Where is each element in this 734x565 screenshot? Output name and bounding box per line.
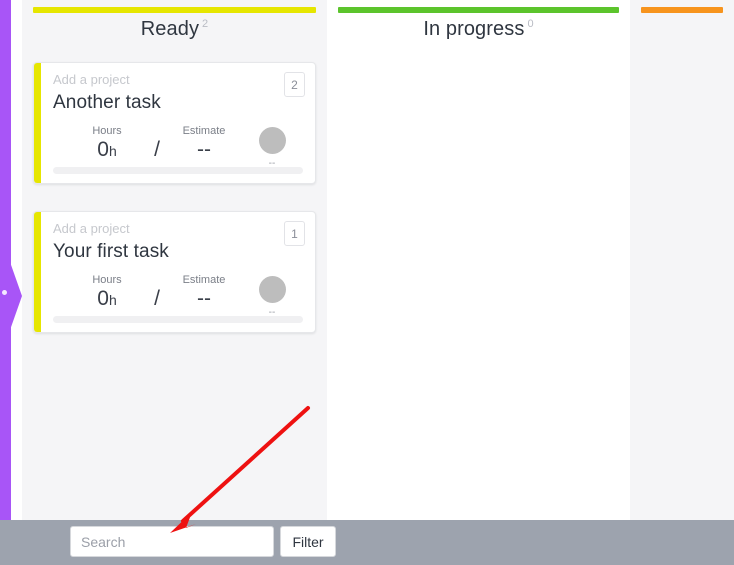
column-title-in-progress: In progress <box>423 18 525 40</box>
column-count-in-progress: 0 <box>527 18 534 31</box>
card-color-stripe <box>34 212 41 332</box>
card-progress-bar <box>53 167 303 174</box>
board-column-in-progress: In progress 0 <box>327 0 630 520</box>
rail-expand-arrow-icon[interactable] <box>10 262 22 330</box>
card-metrics: Hours 0h / Estimate -- -- <box>53 125 303 171</box>
board-column-ready: Ready 2 Add a project Another task 2 Hour… <box>22 0 327 520</box>
card-progress-bar <box>53 316 303 323</box>
metric-hours: Hours 0h <box>77 125 137 163</box>
metric-estimate: Estimate -- <box>169 125 239 162</box>
kanban-board: Ready 2 Add a project Another task 2 Hour… <box>22 0 734 520</box>
metric-separator: / <box>154 287 160 310</box>
column-color-bar-in-progress <box>338 7 619 13</box>
task-card[interactable]: Add a project Another task 2 Hours 0h / … <box>33 62 316 184</box>
avatar[interactable] <box>258 276 286 303</box>
column-header-in-progress: In progress 0 <box>327 18 630 41</box>
board-column-next <box>630 0 734 520</box>
card-project-link[interactable]: Add a project <box>53 71 303 88</box>
card-list-ready: Add a project Another task 2 Hours 0h / … <box>33 62 316 360</box>
search-input[interactable] <box>70 526 274 557</box>
metric-hours: Hours 0h <box>77 274 137 312</box>
metric-estimate: Estimate -- <box>169 274 239 311</box>
metric-separator: / <box>154 138 160 161</box>
avatar[interactable] <box>258 127 286 154</box>
metric-hours-unit: h <box>108 143 117 159</box>
metric-estimate-label: Estimate <box>182 274 226 286</box>
card-body: Add a project Another task <box>34 63 315 115</box>
metric-estimate-value: -- <box>197 287 211 310</box>
column-color-bar-next <box>641 7 723 13</box>
column-count-ready: 2 <box>202 18 209 31</box>
metric-estimate-value: -- <box>197 138 211 161</box>
left-nav-rail[interactable] <box>0 0 11 520</box>
metric-hours-unit: h <box>108 292 117 308</box>
metric-hours-number: 0 <box>97 287 109 310</box>
metric-estimate-label: Estimate <box>182 125 226 137</box>
card-project-link[interactable]: Add a project <box>53 220 303 237</box>
column-header-ready: Ready 2 <box>22 18 327 41</box>
card-color-stripe <box>34 63 41 183</box>
card-title[interactable]: Your first task <box>53 239 303 264</box>
metric-hours-label: Hours <box>92 274 122 286</box>
card-title[interactable]: Another task <box>53 90 303 115</box>
column-title-ready: Ready <box>140 18 200 40</box>
task-card[interactable]: Add a project Your first task 1 Hours 0h… <box>33 211 316 333</box>
card-body: Add a project Your first task <box>34 212 315 264</box>
metric-hours-value: 0h <box>77 287 137 312</box>
card-metrics: Hours 0h / Estimate -- -- <box>53 274 303 320</box>
metric-hours-label: Hours <box>92 125 122 137</box>
card-number-badge[interactable]: 2 <box>284 72 305 97</box>
card-assignee[interactable]: -- <box>250 127 294 170</box>
filter-button[interactable]: Filter <box>280 526 336 557</box>
rail-handle-dot-icon <box>2 290 7 295</box>
card-assignee[interactable]: -- <box>250 276 294 319</box>
column-color-bar-ready <box>33 7 316 13</box>
card-number-badge[interactable]: 1 <box>284 221 305 246</box>
metric-hours-value: 0h <box>77 138 137 163</box>
metric-hours-number: 0 <box>97 138 109 161</box>
